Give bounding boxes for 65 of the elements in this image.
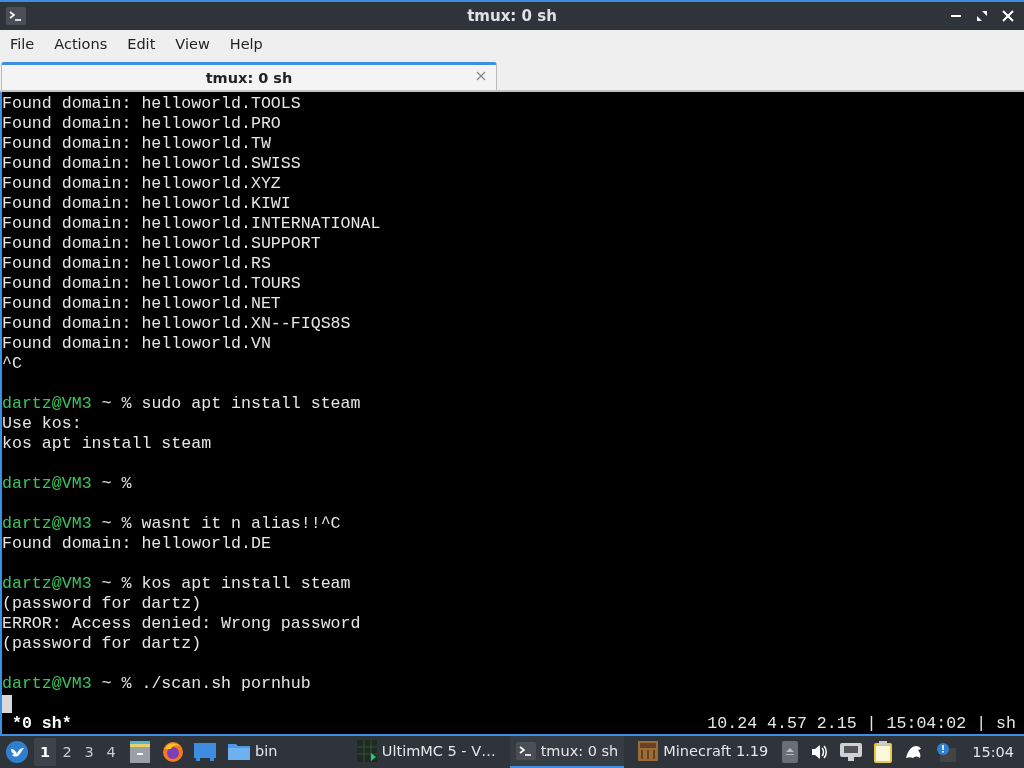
terminal-output-line: (password for dartz) xyxy=(2,634,202,653)
prompt-user: dartz@VM3 xyxy=(2,514,92,533)
menu-item[interactable]: Help xyxy=(223,33,269,55)
taskbar-task[interactable]: UltimMC 5 - V… xyxy=(350,736,502,768)
maximize-icon[interactable] xyxy=(976,10,988,22)
prompt-user: dartz@VM3 xyxy=(2,394,92,413)
file-cabinet-icon[interactable] xyxy=(130,741,150,763)
app-icon xyxy=(356,740,377,762)
terminal-output-line: Found domain: helloworld.XN--FIQS8S xyxy=(2,314,351,333)
start-menu-icon[interactable] xyxy=(6,741,28,763)
prompt-command: ~ % ./scan.sh pornhub xyxy=(101,674,311,693)
folder-label: bin xyxy=(255,743,278,759)
workspace-button[interactable]: 4 xyxy=(100,738,122,766)
workspace-button[interactable]: 1 xyxy=(34,738,56,766)
terminal-icon xyxy=(515,742,536,760)
prompt-command: ~ % xyxy=(101,474,132,493)
taskbar-task[interactable]: Minecraft 1.19 xyxy=(632,736,775,768)
terminal-output-line: Found domain: helloworld.TW xyxy=(2,134,271,153)
firefox-icon[interactable] xyxy=(162,741,184,763)
window-title: tmux: 0 sh xyxy=(467,7,557,25)
taskbar-task[interactable]: tmux: 0 sh xyxy=(509,736,625,768)
menu-item[interactable]: Edit xyxy=(121,33,162,55)
terminal-output-line: Found domain: helloworld.PRO xyxy=(2,114,281,133)
crafting-table-icon xyxy=(638,741,659,761)
tmux-status-info: 10.24 4.57 2.15 | 15:04:02 | sh xyxy=(707,714,1016,734)
menu-item[interactable]: File xyxy=(4,33,41,55)
tab[interactable]: tmux: 0 sh xyxy=(1,62,497,90)
volume-icon[interactable] xyxy=(810,743,829,761)
prompt-command: ~ % wasnt it n alias!!^C xyxy=(101,514,341,533)
desktop-icon[interactable] xyxy=(194,743,216,761)
tmux-window-label: *0 sh* xyxy=(12,714,72,734)
workspace-button[interactable]: 2 xyxy=(56,738,78,766)
text-cursor xyxy=(2,694,12,713)
terminal-output-line: Found domain: helloworld.KIWI xyxy=(2,194,291,213)
menu-item[interactable]: Actions xyxy=(48,33,114,55)
folder-launcher[interactable]: bin xyxy=(222,736,284,768)
terminal-output-line: kos apt install steam xyxy=(2,434,212,453)
prompt-command: ~ % sudo apt install steam xyxy=(101,394,361,413)
terminal-icon xyxy=(6,7,26,25)
terminal-output-line: Found domain: helloworld.RS xyxy=(2,254,271,273)
prompt-user: dartz@VM3 xyxy=(2,674,92,693)
terminal-output-line: ^C xyxy=(2,354,22,373)
terminal-output-line: Found domain: helloworld.VN xyxy=(2,334,271,353)
terminal-output-line: Found domain: helloworld.DE xyxy=(2,534,271,553)
terminal-output-line: (password for dartz) xyxy=(2,594,202,613)
folder-icon xyxy=(228,742,250,760)
clipboard-icon[interactable] xyxy=(874,741,893,763)
terminal-output-line: Use kos: xyxy=(2,414,82,433)
alert-icon[interactable] xyxy=(936,742,957,762)
terminal-output-line: Found domain: helloworld.TOURS xyxy=(2,274,301,293)
terminal-output-line: Found domain: helloworld.XYZ xyxy=(2,174,281,193)
menu-item[interactable]: View xyxy=(169,33,216,55)
terminal-output-line: ERROR: Access denied: Wrong password xyxy=(2,614,361,633)
network-icon[interactable] xyxy=(840,743,863,761)
workspace-button[interactable]: 3 xyxy=(78,738,100,766)
terminal-output-line: Found domain: helloworld.SUPPORT xyxy=(2,234,321,253)
prompt-user: dartz@VM3 xyxy=(2,474,92,493)
terminal-output-line: Found domain: helloworld.NET xyxy=(2,294,281,313)
eject-icon[interactable] xyxy=(782,741,799,763)
terminal-output-line: Found domain: helloworld.INTERNATIONAL xyxy=(2,214,381,233)
clock: 15:04 xyxy=(972,744,1014,760)
prompt-user: dartz@VM3 xyxy=(2,574,92,593)
terminal-output-line: Found domain: helloworld.TOOLS xyxy=(2,94,301,113)
prompt-command: ~ % kos apt install steam xyxy=(101,574,351,593)
terminal-output-line: Found domain: helloworld.SWISS xyxy=(2,154,301,173)
